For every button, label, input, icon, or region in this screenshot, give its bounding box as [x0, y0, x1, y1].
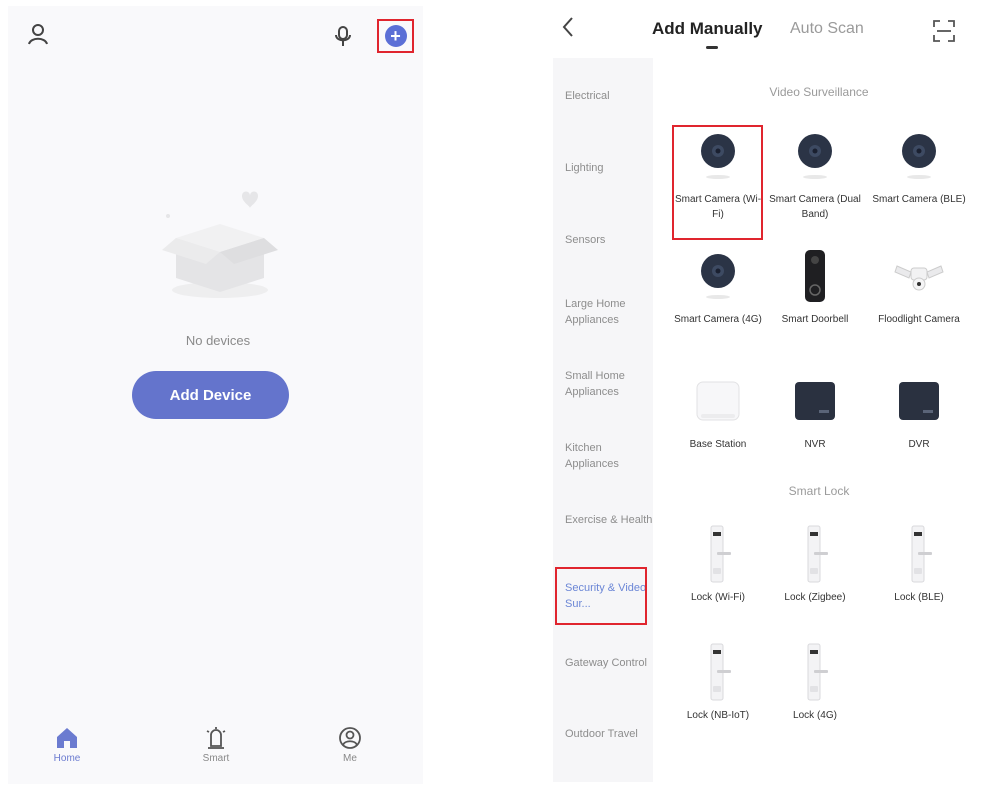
device-name: NVR [804, 439, 826, 450]
home-top-bar: + [8, 6, 423, 62]
active-tab-indicator [706, 46, 718, 49]
nav-smart-label: Smart [202, 753, 230, 764]
plus-icon: + [384, 25, 407, 47]
device-tile[interactable]: NVR [767, 371, 863, 452]
add-device-button[interactable]: Add Device [132, 371, 289, 419]
device-tile[interactable]: Lock (NB-IoT) [670, 642, 766, 723]
nav-smart[interactable]: Smart [181, 726, 251, 764]
category-item[interactable]: Electrical [553, 88, 653, 104]
home-icon [57, 728, 77, 748]
device-name: Smart Camera (4G) [674, 314, 762, 325]
category-item[interactable]: Sensors [553, 232, 653, 248]
tab-auto-scan[interactable]: Auto Scan [790, 20, 864, 38]
lock-icon [785, 642, 845, 702]
device-tile[interactable]: Smart Doorbell [767, 246, 863, 327]
bottom-navigation: Home Smart Me [8, 716, 423, 784]
nav-home[interactable]: Home [32, 726, 102, 764]
category-item[interactable]: Exercise & Health [553, 512, 653, 528]
add-device-plus-button[interactable]: + [377, 19, 414, 53]
device-tile[interactable]: DVR [871, 371, 967, 452]
lock-icon [785, 524, 845, 584]
nvr-icon [785, 371, 845, 431]
device-name: Smart Camera (BLE) [872, 194, 966, 205]
nav-me-label: Me [343, 753, 357, 764]
category-item[interactable]: Lighting [553, 160, 653, 176]
lock-icon [889, 524, 949, 584]
category-item[interactable]: Gateway Control [553, 655, 653, 671]
selected-device-highlight-box [672, 125, 763, 240]
nav-home-label: Home [53, 753, 81, 764]
user-icon[interactable] [24, 20, 52, 48]
camera-icon [785, 126, 845, 186]
doorbell-icon [785, 246, 845, 306]
empty-box-illustration [158, 186, 288, 301]
camera-icon [889, 126, 949, 186]
device-tile[interactable]: Base Station [670, 371, 766, 452]
nav-me[interactable]: Me [315, 726, 385, 764]
tab-add-manually[interactable]: Add Manually [652, 19, 763, 39]
device-tile[interactable]: Smart Camera (4G) [670, 246, 766, 327]
category-highlight-box [555, 567, 647, 625]
device-name: DVR [908, 439, 930, 450]
profile-icon [339, 727, 361, 749]
device-name: Smart Doorbell [781, 314, 849, 325]
camera-icon [688, 246, 748, 306]
device-name: Smart Camera (Dual Band) [769, 194, 861, 220]
device-tile[interactable]: Smart Camera (Dual Band) [767, 126, 863, 222]
category-item[interactable]: Kitchen Appliances [553, 440, 653, 472]
device-name: Lock (Wi-Fi) [691, 592, 745, 603]
no-devices-text: No devices [185, 333, 251, 348]
device-name: Base Station [689, 439, 747, 450]
microphone-icon[interactable] [332, 24, 354, 48]
category-item[interactable]: Outdoor Travel [553, 726, 653, 742]
dvr-icon [889, 371, 949, 431]
floodlight-icon [889, 246, 949, 306]
device-name: Lock (BLE) [894, 592, 944, 603]
base-station-icon [688, 371, 748, 431]
device-tile[interactable]: Lock (4G) [767, 642, 863, 723]
device-tile[interactable]: Lock (Wi-Fi) [670, 524, 766, 605]
lock-icon [688, 524, 748, 584]
device-tile[interactable]: Smart Camera (BLE) [871, 126, 967, 207]
section-title-video-surveillance: Video Surveillance [769, 85, 869, 99]
add-device-screen: Add Manually Auto Scan Electrical Lighti… [553, 6, 977, 784]
device-tile[interactable]: Floodlight Camera [871, 246, 967, 327]
device-name: Floodlight Camera [878, 314, 960, 325]
device-tile[interactable]: Lock (Zigbee) [767, 524, 863, 605]
back-chevron-icon[interactable] [561, 16, 581, 42]
home-screen: + No devices Add Device Home Smart Me [8, 6, 423, 784]
scan-icon[interactable] [932, 19, 956, 43]
add-device-top-bar: Add Manually Auto Scan [553, 6, 977, 56]
category-sidebar: Electrical Lighting Sensors Large Home A… [553, 58, 653, 782]
category-item[interactable]: Large Home Appliances [553, 296, 653, 328]
smart-icon [206, 727, 226, 749]
category-item[interactable]: Small Home Appliances [553, 368, 653, 400]
device-name: Lock (NB-IoT) [686, 710, 750, 721]
section-title-smart-lock: Smart Lock [788, 484, 850, 498]
lock-icon [688, 642, 748, 702]
device-tile[interactable]: Lock (BLE) [871, 524, 967, 605]
device-name: Lock (4G) [793, 710, 837, 721]
device-name: Lock (Zigbee) [784, 592, 846, 603]
